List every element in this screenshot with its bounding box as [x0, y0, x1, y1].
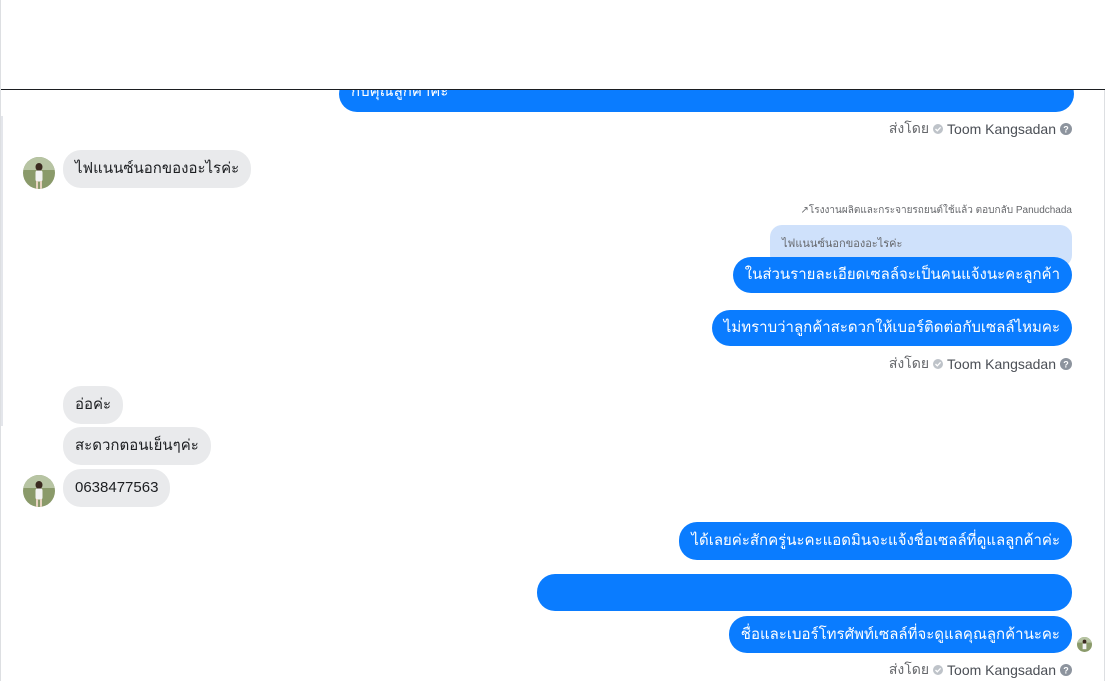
reply-note: ↗โรงงานผลิตและกระจายรถยนต์ใช้แล้ว ตอบกลั… [800, 205, 1072, 216]
outgoing-message[interactable]: กับคุณลูกค้าค่ะ [339, 76, 1074, 112]
verified-icon [933, 665, 944, 675]
incoming-message[interactable]: ไฟแนนซ์นอกของอะไรค่ะ [63, 150, 252, 188]
incoming-message[interactable]: 0638477563 [63, 469, 171, 507]
read-receipt-avatar [1077, 637, 1092, 652]
outgoing-message[interactable]: ในส่วนรายละเอียดเซลล์จะเป็นคนแจ้งนะคะลูก… [732, 257, 1072, 293]
check-icon [1061, 39, 1077, 52]
outgoing-message[interactable]: ไม่ทราบว่าลูกค้าสะดวกให้เบอร์ติดต่อกับเซ… [711, 310, 1072, 346]
mail-icon [964, 38, 982, 53]
outgoing-message[interactable]: ชื่อและเบอร์โทรศัพท์เซลล์ที่จะดูแลคุณลูก… [728, 616, 1072, 653]
svg-text:?: ? [1063, 125, 1069, 135]
verified-icon [933, 124, 944, 134]
assign-label: กำหนดการสนทนา [81, 49, 170, 62]
assign-conversation-dropdown[interactable]: กำหนดการสนทนา [81, 46, 189, 64]
scrollbar[interactable] [1, 116, 3, 426]
mark-spam-button[interactable] [808, 27, 850, 64]
help-icon[interactable]: ? [1060, 123, 1072, 135]
incoming-message[interactable]: สะดวกตอนเย็นๆค่ะ [63, 427, 211, 465]
contact-name[interactable]: Panudchada Kitjarut [79, 23, 225, 40]
chevron-down-icon [178, 52, 189, 58]
sent-by-line: ส่งโดย Toom Kangsadan ? [889, 659, 1072, 681]
svg-text:?: ? [1063, 360, 1069, 370]
conversation-panel: Panudchada Kitjarut กำหนดการสนทนา กับคุณ… [0, 0, 1105, 681]
contact-avatar[interactable] [17, 21, 65, 69]
contact-avatar-small[interactable] [23, 157, 55, 189]
incoming-message[interactable]: อ่อค่ะ [63, 386, 124, 424]
verified-icon [933, 359, 944, 369]
alert-circle-icon [821, 37, 837, 54]
mark-unread-button[interactable] [952, 27, 994, 64]
delete-button[interactable] [856, 27, 898, 64]
help-icon[interactable]: ? [1060, 664, 1072, 676]
star-button[interactable] [904, 27, 946, 64]
sent-by-line: ส่งโดย Toom Kangsadan ? [889, 353, 1072, 375]
conversation-toolbar [808, 27, 1090, 64]
outgoing-message[interactable]: ได้เลยค่ะสักครู่นะคะแอดมินจะแจ้งชื่อเซลล… [679, 522, 1072, 560]
contact-avatar-small[interactable] [23, 475, 55, 507]
mark-done-button[interactable] [1048, 27, 1090, 64]
exclamation-icon [1020, 38, 1022, 53]
svg-text:?: ? [1063, 666, 1069, 676]
sent-by-line: ส่งโดย Toom Kangsadan ? [889, 118, 1072, 140]
trash-icon [870, 37, 884, 55]
star-icon [917, 38, 933, 53]
follow-up-button[interactable] [1000, 27, 1042, 64]
outgoing-message[interactable]: นายอรรถพล เจริญศิริธาดา เบอร์โทร 064-192… [537, 574, 1072, 638]
help-icon[interactable]: ? [1060, 358, 1072, 370]
